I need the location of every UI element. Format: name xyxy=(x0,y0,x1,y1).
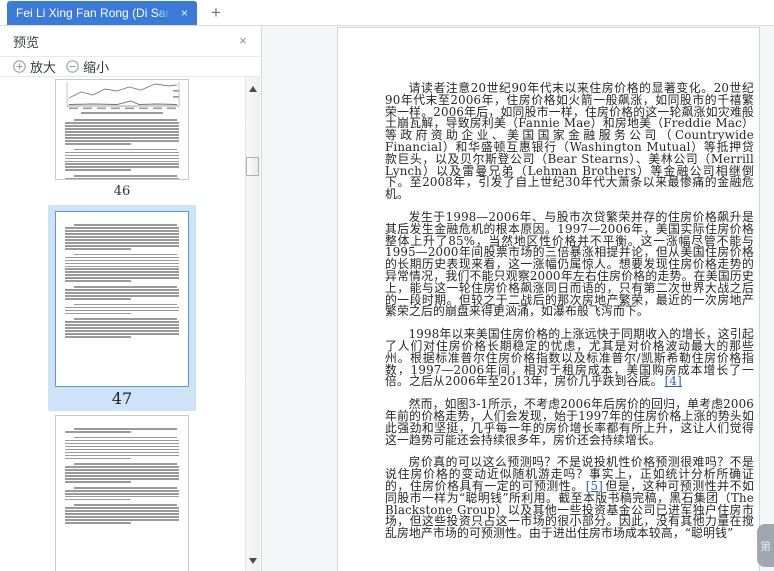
thumbnail-item-47[interactable]: 47 xyxy=(48,205,196,411)
thumbnail-item-48[interactable]: 48 xyxy=(48,415,196,571)
tab-bar: Fei Li Xing Fan Rong (Di San B × + xyxy=(0,0,774,26)
thumbnail-pagenum-47: 47 xyxy=(112,389,132,408)
app-window: Fei Li Xing Fan Rong (Di San B × + 预览 × … xyxy=(0,0,774,571)
thumbnail-text-block xyxy=(65,463,179,483)
document-paragraph-5: 房价真的可以这么预测吗？不是说投机性价格预测很难吗？不是说住房价格的变动近似随机… xyxy=(385,457,754,540)
thumbnail-pagenum-46: 46 xyxy=(114,184,131,199)
chapter-side-tab[interactable]: 第 xyxy=(757,524,774,567)
sidebar-header: 预览 × xyxy=(0,26,261,57)
zoom-in-button[interactable]: 放大 xyxy=(13,57,56,76)
zoom-out-icon xyxy=(66,60,79,73)
sidebar-scrollbar[interactable] xyxy=(245,77,260,571)
document-paragraph-1: 请读者注意20世纪90年代末以来住房价格的显著变化。20世纪90年代末至2006… xyxy=(385,83,754,201)
thumbnail-text-block xyxy=(65,487,179,501)
tab-title-fade xyxy=(156,1,176,25)
zoom-in-icon xyxy=(13,60,26,73)
document-paragraph-3: 1998年以来美国住房价格的上涨远快于同期收入的增长，这引起了人们对住房价格长期… xyxy=(385,329,754,388)
tab-close-icon[interactable]: × xyxy=(177,5,192,21)
paragraph-text: 请读者注意20世纪90年代末以来住房价格的显著变化。20世纪90年代末至2006… xyxy=(385,81,754,201)
document-page: 请读者注意20世纪90年代末以来住房价格的显著变化。20世纪90年代末至2006… xyxy=(337,27,760,571)
thumbnail-chart-icon xyxy=(65,82,181,111)
document-viewport: 请读者注意20世纪90年代末以来住房价格的显著变化。20世纪90年代末至2006… xyxy=(262,26,774,571)
thumbnail-page-46[interactable] xyxy=(55,79,189,180)
zoom-toolbar: 放大 缩小 xyxy=(0,57,261,77)
thumbnail-text-block xyxy=(65,286,179,300)
thumbnail-page-47[interactable] xyxy=(55,211,189,387)
panel-title: 预览 xyxy=(13,32,39,51)
panel-close-icon[interactable]: × xyxy=(235,33,251,49)
document-paragraph-4: 然而，如图3-1所示，不考虑2006年后房价的回归，单考虑2006年前的价格走势… xyxy=(385,399,754,446)
thumbnail-text-block xyxy=(65,437,179,460)
scroll-down-icon[interactable] xyxy=(249,558,257,564)
thumbnail-text-block xyxy=(65,304,179,315)
thumbnail-chart-caption xyxy=(81,112,163,114)
thumbnail-text-block xyxy=(65,254,179,283)
footnote-link[interactable]: [4] xyxy=(665,374,682,388)
thumbnail-text-block xyxy=(65,428,179,433)
thumbnail-text-block xyxy=(65,175,179,180)
new-tab-button[interactable]: + xyxy=(205,2,227,24)
thumbnail-text-block xyxy=(65,504,179,524)
scrollbar-thumb[interactable] xyxy=(246,157,259,176)
thumbnail-list: 46 47 48 xyxy=(0,78,244,571)
thumbnail-page-48[interactable] xyxy=(55,415,189,571)
thumbnail-text-block xyxy=(65,149,179,172)
chapter-tab-label: 第 xyxy=(760,538,771,554)
paragraph-text: 发生于1998—2006年、与股市次贷繁荣并存的住房价格飙升是其后发生金融危机的… xyxy=(385,210,754,318)
thumbnail-text-block xyxy=(65,224,179,250)
zoom-out-label: 缩小 xyxy=(83,57,109,76)
preview-sidebar: 预览 × 放大 缩小 xyxy=(0,26,262,571)
tab-title: Fei Li Xing Fan Rong (Di San B xyxy=(16,6,168,20)
browser-tab-active[interactable]: Fei Li Xing Fan Rong (Di San B × xyxy=(7,1,197,25)
zoom-out-button[interactable]: 缩小 xyxy=(66,57,109,76)
paragraph-text: 1998年以来美国住房价格的上涨远快于同期收入的增长，这引起了人们对住房价格长期… xyxy=(385,327,754,388)
main-row: 预览 × 放大 缩小 xyxy=(0,26,774,571)
thumbnail-text-block xyxy=(65,318,179,338)
paragraph-text: 然而，如图3-1所示，不考虑2006年后房价的回归，单考虑2006年前的价格走势… xyxy=(385,397,754,446)
thumbnail-text-block xyxy=(65,119,179,145)
document-paragraph-2: 发生于1998—2006年、与股市次贷繁荣并存的住房价格飙升是其后发生金融危机的… xyxy=(385,212,754,318)
scroll-up-icon[interactable] xyxy=(249,86,257,92)
thumbnail-item-46[interactable]: 46 xyxy=(48,79,196,201)
zoom-in-label: 放大 xyxy=(30,57,56,76)
